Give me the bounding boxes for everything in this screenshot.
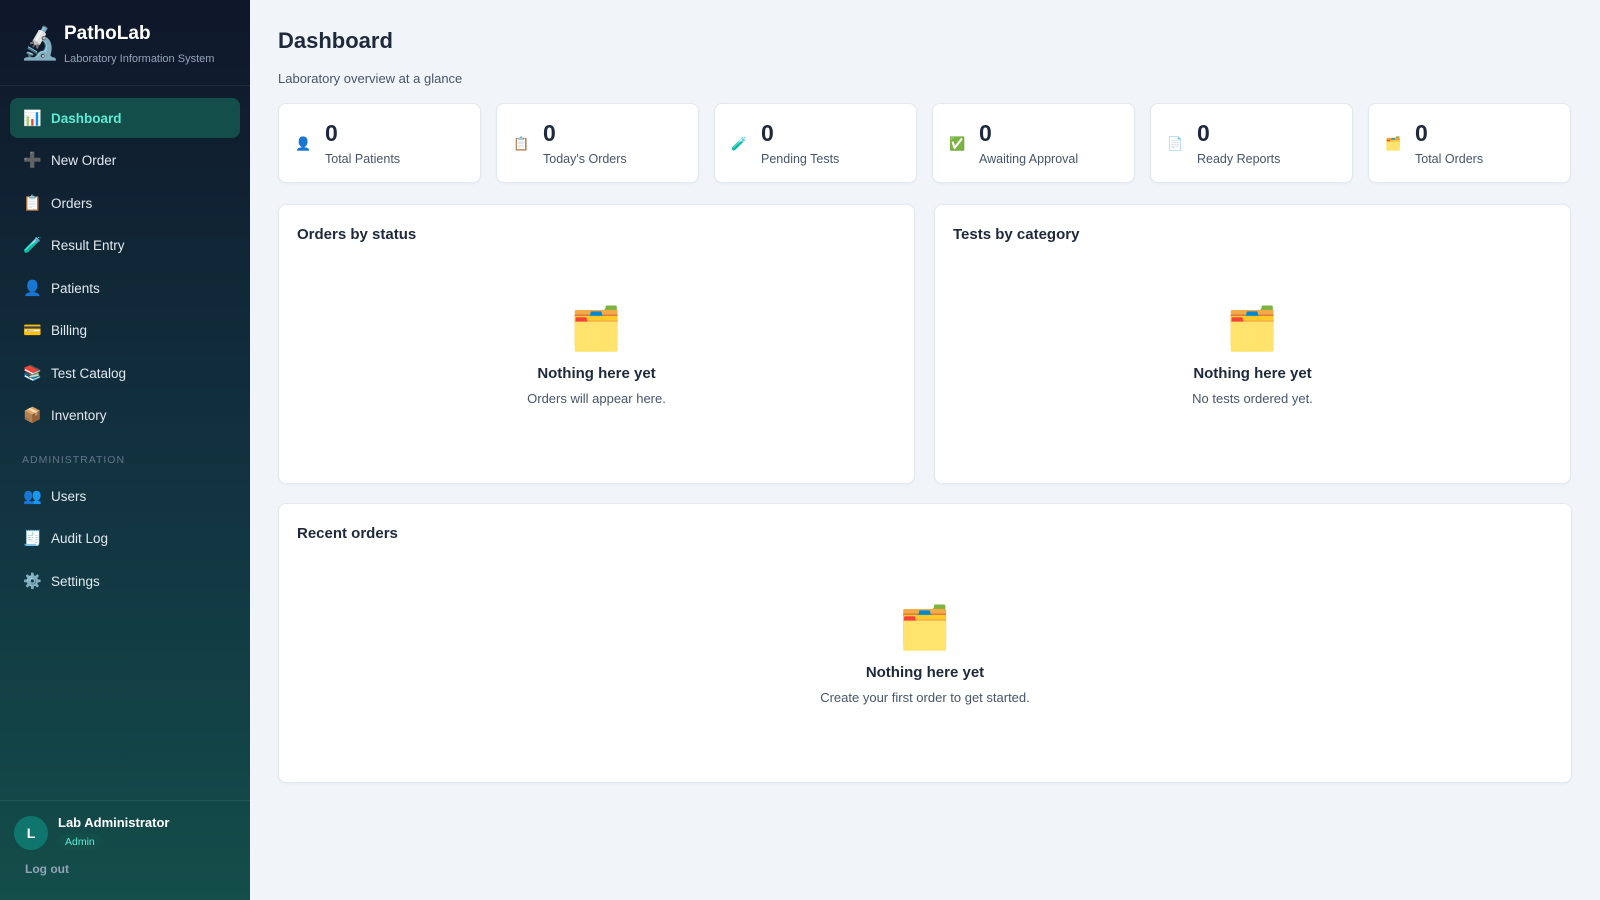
sidebar-item-new-order[interactable]: ➕ New Order [10, 141, 240, 181]
sidebar-item-inventory[interactable]: 📦 Inventory [10, 396, 240, 436]
sidebar-item-orders[interactable]: 📋 Orders [10, 183, 240, 223]
stat-label: Total Orders [1415, 152, 1484, 166]
stats-row: 👤 0 Total Patients 📋 0 Today's Orders 🧪 … [278, 103, 1572, 183]
folder-icon: 🗂️ [898, 604, 952, 651]
tests-by-category-panel: Tests by category 🗂️ Nothing here yet No… [934, 204, 1571, 484]
credit-card-icon: 💳 [23, 322, 42, 339]
sidebar-item-result-entry[interactable]: 🧪 Result Entry [10, 226, 240, 266]
stat-card-total-patients: 👤 0 Total Patients [278, 103, 481, 183]
stat-value: 0 [979, 120, 992, 146]
empty-state-message: Orders will appear here. [527, 391, 666, 406]
logout-button[interactable]: Log out [25, 862, 69, 876]
check-icon: ✅ [949, 135, 966, 151]
sidebar-item-label: Settings [51, 573, 100, 589]
plus-icon: ➕ [23, 152, 42, 169]
recent-orders-panel: Recent orders 🗂️ Nothing here yet Create… [278, 503, 1572, 783]
clipboard-icon: 📋 [513, 135, 530, 151]
stat-value: 0 [543, 120, 556, 146]
nav-section-administration: ADMINISTRATION [22, 454, 126, 466]
empty-state-message: Create your first order to get started. [820, 690, 1030, 705]
sidebar: 🔬 PathoLab Laboratory Information System… [0, 0, 250, 900]
main-content: Dashboard Laboratory overview at a glanc… [278, 0, 1572, 783]
stat-card-awaiting-approval: ✅ 0 Awaiting Approval [932, 103, 1135, 183]
stat-label: Today's Orders [543, 152, 627, 166]
brand-name: PathoLab [64, 22, 151, 44]
folder-icon: 🗂️ [1385, 135, 1402, 151]
gear-icon: ⚙️ [23, 572, 42, 590]
orders-by-status-panel: Orders by status 🗂️ Nothing here yet Ord… [278, 204, 915, 484]
stat-value: 0 [1415, 120, 1428, 146]
panel-title: Recent orders [297, 525, 398, 542]
panel-title: Orders by status [297, 226, 417, 243]
sidebar-item-dashboard[interactable]: 📊 Dashboard [10, 98, 240, 138]
sidebar-item-label: New Order [51, 153, 117, 168]
charts-row: Orders by status 🗂️ Nothing here yet Ord… [278, 204, 1572, 484]
sidebar-item-label: Test Catalog [51, 365, 127, 381]
chart-icon: 📊 [23, 109, 42, 127]
role-badge: Admin [58, 834, 102, 850]
stat-label: Ready Reports [1197, 152, 1281, 166]
sidebar-item-label: Audit Log [51, 531, 109, 546]
panel-title: Tests by category [953, 226, 1080, 243]
user-name: Lab Administrator [58, 815, 170, 830]
empty-state-title: Nothing here yet [865, 664, 985, 681]
sidebar-item-label: Orders [51, 195, 93, 211]
sidebar-item-patients[interactable]: 👤 Patients [10, 268, 240, 308]
sidebar-item-settings[interactable]: ⚙️ Settings [10, 561, 240, 601]
microscope-icon: 🔬 [20, 24, 60, 61]
empty-state-message: No tests ordered yet. [1192, 391, 1313, 406]
document-icon: 📄 [1167, 135, 1184, 151]
clipboard-icon: 📋 [23, 194, 42, 212]
sidebar-item-label: Inventory [51, 408, 107, 423]
users-icon: 👥 [23, 487, 42, 505]
person-icon: 👤 [295, 135, 312, 151]
test-tube-icon: 🧪 [731, 135, 748, 151]
stat-card-ready-reports: 📄 0 Ready Reports [1150, 103, 1353, 183]
folder-icon: 🗂️ [1226, 305, 1279, 352]
stat-label: Awaiting Approval [979, 152, 1079, 166]
main-nav: 📊 Dashboard ➕ New Order 📋 Orders 🧪 Resul… [0, 86, 250, 601]
page-title: Dashboard [278, 28, 393, 53]
stat-value: 0 [761, 120, 774, 146]
sidebar-item-label: Users [51, 488, 87, 504]
page-subtitle: Laboratory overview at a glance [278, 71, 463, 86]
empty-state-title: Nothing here yet [537, 365, 656, 382]
books-icon: 📚 [23, 364, 42, 382]
sidebar-item-label: Result Entry [51, 238, 125, 253]
receipt-icon: 🧾 [23, 530, 42, 547]
sidebar-item-users[interactable]: 👥 Users [10, 476, 240, 516]
sidebar-item-audit-log[interactable]: 🧾 Audit Log [10, 519, 240, 559]
brand-subtitle: Laboratory Information System [64, 52, 215, 65]
sidebar-item-test-catalog[interactable]: 📚 Test Catalog [10, 353, 240, 393]
empty-state-title: Nothing here yet [1193, 365, 1312, 382]
stat-label: Pending Tests [761, 152, 840, 166]
empty-state: 🗂️ Nothing here yet Create your first or… [279, 604, 1571, 706]
brand: 🔬 PathoLab Laboratory Information System [0, 0, 250, 86]
stat-card-todays-orders: 📋 0 Today's Orders [496, 103, 699, 183]
stat-label: Total Patients [325, 152, 401, 166]
sidebar-item-label: Patients [51, 280, 100, 296]
stat-card-pending-tests: 🧪 0 Pending Tests [714, 103, 917, 183]
person-icon: 👤 [23, 279, 42, 297]
test-tube-icon: 🧪 [23, 237, 42, 254]
user-panel: L Lab Administrator Admin Log out [0, 800, 250, 900]
package-icon: 📦 [23, 407, 42, 424]
stat-value: 0 [325, 120, 338, 146]
sidebar-item-billing[interactable]: 💳 Billing [10, 311, 240, 351]
stat-value: 0 [1197, 120, 1210, 146]
avatar: L [14, 815, 48, 850]
empty-state: 🗂️ Nothing here yet Orders will appear h… [279, 305, 914, 407]
empty-state: 🗂️ Nothing here yet No tests ordered yet… [935, 305, 1570, 407]
sidebar-item-label: Billing [51, 323, 88, 338]
folder-icon: 🗂️ [570, 305, 623, 352]
stat-card-total-orders: 🗂️ 0 Total Orders [1368, 103, 1571, 183]
sidebar-item-label: Dashboard [51, 110, 122, 126]
